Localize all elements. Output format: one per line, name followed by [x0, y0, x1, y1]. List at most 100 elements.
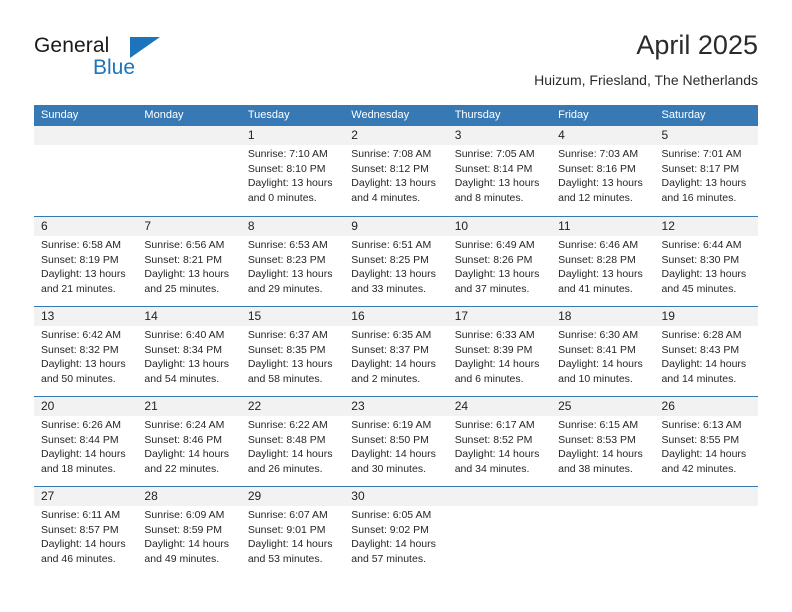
- calendar-day-cell[interactable]: 7 Sunrise: 6:56 AM Sunset: 8:21 PM Daylight…: [137, 217, 241, 306]
- calendar-day-cell[interactable]: 19 Sunrise: 6:28 AM Sunset: 8:43 PM Dayligh…: [654, 307, 758, 396]
- day-number-band: [447, 487, 552, 506]
- day-details: Sunrise: 6:46 AM Sunset: 8:28 PM Daylight:…: [558, 238, 650, 296]
- sunset-text: Sunset: 8:46 PM: [144, 433, 223, 446]
- daylight-text-line1: Daylight: 13 hours: [144, 358, 230, 371]
- calendar-day-cell[interactable]: 14 Sunrise: 6:40 AM Sunset: 8:34 PM Dayligh…: [137, 307, 241, 396]
- sunset-text: Sunset: 8:34 PM: [144, 343, 223, 356]
- sunrise-text: Sunrise: 6:24 AM: [144, 419, 225, 431]
- day-details: Sunrise: 6:37 AM Sunset: 8:35 PM Daylight:…: [248, 328, 340, 386]
- sunset-text: Sunset: 8:28 PM: [558, 253, 636, 266]
- daylight-text-line2: and 46 minutes.: [41, 552, 116, 565]
- calendar-day-cell[interactable]: 13 Sunrise: 6:42 AM Sunset: 8:32 PM Dayligh…: [34, 307, 138, 396]
- daylight-text-line1: Daylight: 14 hours: [144, 448, 230, 461]
- calendar-day-cell[interactable]: 4 Sunrise: 7:03 AM Sunset: 8:16 PM Daylight…: [551, 126, 655, 216]
- calendar-day-cell-empty: [654, 487, 758, 576]
- daylight-text-line1: Daylight: 13 hours: [661, 268, 747, 281]
- day-details: Sunrise: 6:17 AM Sunset: 8:52 PM Daylight:…: [455, 418, 547, 476]
- sunrise-text: Sunrise: 7:08 AM: [351, 148, 432, 160]
- daylight-text-line1: Daylight: 14 hours: [351, 538, 436, 551]
- sunset-text: Sunset: 8:30 PM: [661, 253, 740, 266]
- day-details: Sunrise: 7:01 AM Sunset: 8:17 PM Daylight:…: [662, 147, 754, 205]
- daylight-text-line2: and 58 minutes.: [247, 372, 323, 385]
- calendar-day-cell[interactable]: 22 Sunrise: 6:22 AM Sunset: 8:48 PM Dayligh…: [240, 397, 345, 486]
- day-number: 30: [351, 489, 365, 503]
- day-details: Sunrise: 6:53 AM Sunset: 8:23 PM Daylight:…: [248, 238, 340, 296]
- calendar-day-cell[interactable]: 2 Sunrise: 7:08 AM Sunset: 8:12 PM Daylight…: [344, 126, 448, 216]
- calendar-day-cell[interactable]: 25 Sunrise: 6:15 AM Sunset: 8:53 PM Dayligh…: [551, 397, 655, 486]
- sunrise-text: Sunrise: 6:44 AM: [661, 239, 742, 251]
- sunset-text: Sunset: 8:19 PM: [41, 253, 119, 266]
- daylight-text-line2: and 26 minutes.: [247, 462, 323, 475]
- day-number: 23: [351, 399, 365, 413]
- title-block: April 2025 Huizum, Friesland, The Nether…: [534, 28, 758, 90]
- daylight-text-line1: Daylight: 13 hours: [558, 268, 643, 281]
- sunset-text: Sunset: 8:48 PM: [247, 433, 326, 446]
- calendar-day-cell[interactable]: 18 Sunrise: 6:30 AM Sunset: 8:41 PM Dayligh…: [551, 307, 655, 396]
- day-details: Sunrise: 6:33 AM Sunset: 8:39 PM Daylight:…: [455, 328, 547, 386]
- calendar-day-cell[interactable]: 15 Sunrise: 6:37 AM Sunset: 8:35 PM Dayligh…: [240, 307, 345, 396]
- day-details: Sunrise: 6:22 AM Sunset: 8:48 PM Daylight:…: [248, 418, 340, 476]
- calendar-day-cell[interactable]: 26 Sunrise: 6:13 AM Sunset: 8:55 PM Dayligh…: [654, 397, 758, 486]
- calendar-day-cell[interactable]: 5 Sunrise: 7:01 AM Sunset: 8:17 PM Daylight…: [654, 126, 758, 216]
- sunset-text: Sunset: 8:39 PM: [454, 343, 533, 356]
- calendar-day-cell[interactable]: 1 Sunrise: 7:10 AM Sunset: 8:10 PM Daylight…: [240, 126, 345, 216]
- sunrise-text: Sunrise: 6:40 AM: [144, 329, 225, 341]
- weekday-header-friday: Friday: [558, 109, 589, 121]
- sunset-text: Sunset: 8:44 PM: [41, 433, 119, 446]
- sunrise-text: Sunrise: 6:19 AM: [351, 419, 432, 431]
- calendar-week-row: 13 Sunrise: 6:42 AM Sunset: 8:32 PM Dayligh…: [34, 306, 758, 396]
- daylight-text-line1: Daylight: 13 hours: [454, 268, 540, 281]
- sunrise-text: Sunrise: 6:28 AM: [661, 329, 742, 341]
- day-number-band: [240, 126, 345, 145]
- sunrise-text: Sunrise: 6:22 AM: [247, 419, 328, 431]
- calendar-day-cell[interactable]: 10 Sunrise: 6:49 AM Sunset: 8:26 PM Dayligh…: [447, 217, 552, 306]
- calendar-day-cell[interactable]: 30 Sunrise: 6:05 AM Sunset: 9:02 PM Dayligh…: [344, 487, 448, 576]
- day-number: 29: [247, 489, 262, 503]
- daylight-text-line2: and 37 minutes.: [454, 282, 530, 295]
- sunset-text: Sunset: 8:25 PM: [351, 253, 429, 266]
- daylight-text-line1: Daylight: 13 hours: [558, 177, 643, 190]
- logo-triangle-icon: [130, 37, 160, 58]
- calendar-day-cell[interactable]: 21 Sunrise: 6:24 AM Sunset: 8:46 PM Dayligh…: [137, 397, 241, 486]
- calendar-day-cell[interactable]: 28 Sunrise: 6:09 AM Sunset: 8:59 PM Dayligh…: [137, 487, 241, 576]
- sunset-text: Sunset: 8:16 PM: [558, 162, 636, 175]
- day-number: 3: [454, 128, 462, 142]
- day-number-band: [34, 126, 138, 145]
- day-details: Sunrise: 6:19 AM Sunset: 8:50 PM Daylight:…: [351, 418, 443, 476]
- calendar-day-cell[interactable]: 3 Sunrise: 7:05 AM Sunset: 8:14 PM Daylight…: [447, 126, 552, 216]
- daylight-text-line2: and 21 minutes.: [41, 282, 116, 295]
- day-number: 9: [351, 219, 358, 233]
- day-number-band: [447, 126, 552, 145]
- calendar-day-cell[interactable]: 27 Sunrise: 6:11 AM Sunset: 8:57 PM Dayligh…: [34, 487, 138, 576]
- sunset-text: Sunset: 8:55 PM: [661, 433, 740, 446]
- day-details: Sunrise: 6:13 AM Sunset: 8:55 PM Daylight:…: [662, 418, 754, 476]
- sunset-text: Sunset: 8:50 PM: [351, 433, 429, 446]
- calendar-day-cell[interactable]: 24 Sunrise: 6:17 AM Sunset: 8:52 PM Dayligh…: [447, 397, 552, 486]
- sunset-text: Sunset: 8:53 PM: [558, 433, 636, 446]
- calendar-day-cell[interactable]: 29 Sunrise: 6:07 AM Sunset: 9:01 PM Dayligh…: [240, 487, 345, 576]
- daylight-text-line2: and 30 minutes.: [351, 462, 426, 475]
- calendar-day-cell-empty: [447, 487, 552, 576]
- calendar-day-cell[interactable]: 20 Sunrise: 6:26 AM Sunset: 8:44 PM Dayligh…: [34, 397, 138, 486]
- daylight-text-line2: and 12 minutes.: [558, 191, 633, 204]
- calendar-day-cell[interactable]: 23 Sunrise: 6:19 AM Sunset: 8:50 PM Dayligh…: [344, 397, 448, 486]
- calendar-day-cell[interactable]: 9 Sunrise: 6:51 AM Sunset: 8:25 PM Daylight…: [344, 217, 448, 306]
- calendar-day-cell[interactable]: 17 Sunrise: 6:33 AM Sunset: 8:39 PM Dayligh…: [447, 307, 552, 396]
- daylight-text-line1: Daylight: 13 hours: [247, 177, 333, 190]
- calendar-day-cell[interactable]: 11 Sunrise: 6:46 AM Sunset: 8:28 PM Dayligh…: [551, 217, 655, 306]
- logo-text-blue: Blue: [93, 56, 136, 79]
- calendar-day-cell[interactable]: 8 Sunrise: 6:53 AM Sunset: 8:23 PM Daylight…: [240, 217, 345, 306]
- daylight-text-line1: Daylight: 13 hours: [144, 268, 230, 281]
- day-number: 24: [454, 399, 469, 413]
- calendar-day-cell[interactable]: 12 Sunrise: 6:44 AM Sunset: 8:30 PM Dayligh…: [654, 217, 758, 306]
- daylight-text-line1: Daylight: 14 hours: [558, 448, 643, 461]
- calendar-day-cell[interactable]: 6 Sunrise: 6:58 AM Sunset: 8:19 PM Daylight…: [34, 217, 138, 306]
- daylight-text-line1: Daylight: 13 hours: [454, 177, 540, 190]
- daylight-text-line1: Daylight: 14 hours: [41, 538, 126, 551]
- calendar-day-cell[interactable]: 16 Sunrise: 6:35 AM Sunset: 8:37 PM Dayligh…: [344, 307, 448, 396]
- calendar-grid: Sunday Monday Tuesday Wednesday Thursday Frid…: [34, 105, 758, 576]
- daylight-text-line2: and 54 minutes.: [144, 372, 220, 385]
- daylight-text-line1: Daylight: 13 hours: [247, 268, 333, 281]
- daylight-text-line1: Daylight: 14 hours: [351, 448, 436, 461]
- day-details: Sunrise: 6:56 AM Sunset: 8:21 PM Daylight:…: [144, 238, 236, 296]
